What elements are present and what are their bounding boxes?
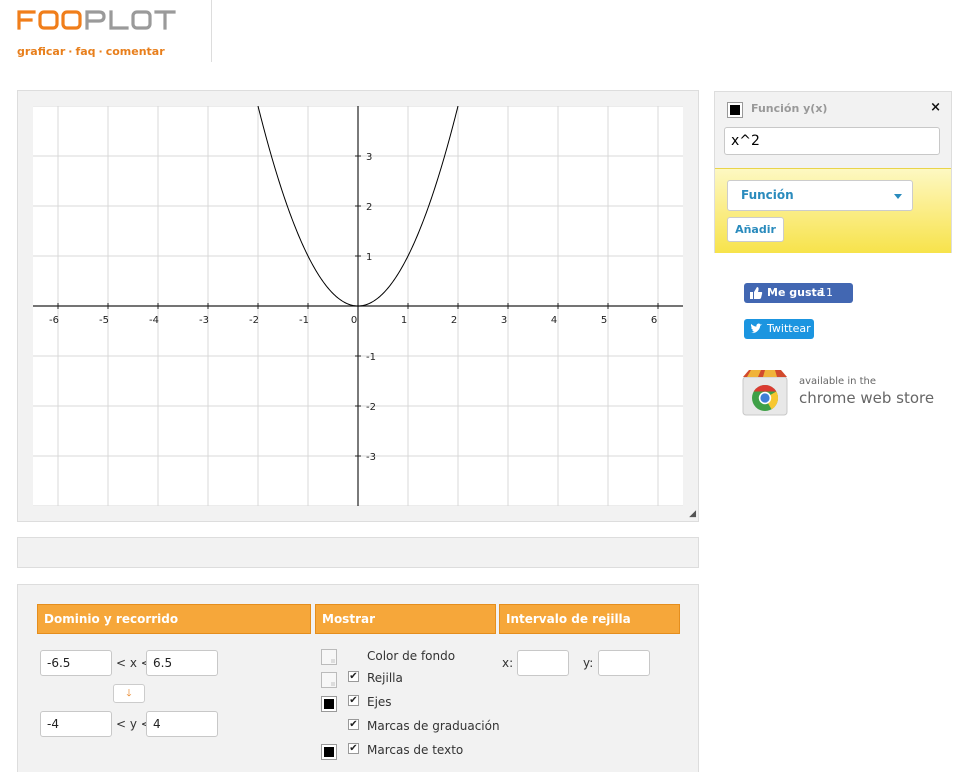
function-panel: Función y(x) × Función Añadir — [714, 91, 952, 253]
facebook-like-label: Me gusta — [767, 286, 825, 299]
main-nav: graficar · faq · comentar — [17, 45, 165, 58]
resize-handle-icon[interactable]: ◢ — [689, 510, 696, 519]
twitter-tweet-button[interactable]: Twittear — [744, 319, 814, 339]
grid-checkbox[interactable]: ✔ — [348, 671, 359, 682]
x-tick-label: 5 — [601, 315, 607, 326]
function-expression-input[interactable] — [724, 127, 940, 155]
x-tick-label: -6 — [49, 315, 59, 326]
x-tick-label: -3 — [199, 315, 209, 326]
y-tick-label: 3 — [366, 152, 372, 163]
twitter-bird-icon — [750, 323, 763, 334]
x-tick-label: 1 — [401, 315, 407, 326]
xmin-input[interactable] — [40, 650, 112, 676]
x-tick-label: -5 — [99, 315, 109, 326]
x-tick-label: -1 — [299, 315, 309, 326]
swap-range-button[interactable]: 🡓 — [113, 684, 145, 703]
add-function-area: Función Añadir — [715, 168, 951, 253]
text-marks-checkbox[interactable]: ✔ — [348, 743, 359, 754]
ymin-input[interactable] — [40, 711, 112, 737]
facebook-like-button[interactable]: Me gusta 11 mil — [744, 283, 853, 319]
chrome-store-icon — [742, 370, 788, 416]
function-type-select[interactable]: Función — [727, 180, 913, 211]
graph-panel: -6 -5 -4 -3 -2 -1 0 1 2 3 4 5 6 3 2 1 -1 -2 -3 ◢ — [17, 90, 699, 522]
grid-y-label: y: — [583, 656, 594, 670]
function-label: Función y(x) — [751, 102, 828, 115]
nav-separator: · — [68, 45, 73, 58]
chrome-store-line2: chrome web store — [799, 389, 935, 407]
y-tick-label: -3 — [366, 452, 376, 463]
x-tick-label: -4 — [149, 315, 159, 326]
y-tick-label: -2 — [366, 402, 376, 413]
background-color-swatch[interactable] — [321, 649, 337, 665]
ymax-input[interactable] — [146, 711, 218, 737]
nav-graficar-link[interactable]: graficar — [17, 45, 65, 58]
grid-y-input[interactable] — [598, 650, 650, 676]
show-axes-label: Ejes — [367, 695, 392, 709]
y-tick-label: 2 — [366, 202, 372, 213]
chrome-store-line1: available in the — [799, 376, 877, 387]
nav-faq-link[interactable]: faq — [75, 45, 95, 58]
nav-separator: · — [98, 45, 103, 58]
facebook-like-count: 11 mil — [819, 286, 836, 319]
chrome-web-store-badge[interactable]: available in the chrome web store — [741, 367, 941, 422]
tick-marks-checkbox[interactable]: ✔ — [348, 719, 359, 730]
twitter-tweet-label: Twittear — [767, 322, 811, 335]
y-tick-label: 1 — [366, 252, 372, 263]
function-color-swatch[interactable] — [727, 102, 743, 118]
show-grid-label: Rejilla — [367, 671, 403, 685]
thumbs-up-icon — [750, 287, 763, 299]
add-function-button[interactable]: Añadir — [727, 217, 784, 242]
x-tick-label: 0 — [351, 315, 357, 326]
header-divider — [211, 0, 212, 62]
close-icon[interactable]: × — [930, 100, 941, 115]
show-background-label: Color de fondo — [367, 649, 456, 663]
y-tick-label: -1 — [366, 352, 376, 363]
grid-color-swatch[interactable] — [321, 672, 337, 688]
function-type-value: Función — [741, 188, 794, 202]
fooplot-logo[interactable] — [17, 10, 187, 30]
nav-comentar-link[interactable]: comentar — [106, 45, 165, 58]
section-show-header: Mostrar — [315, 604, 496, 634]
x-tick-label: 2 — [451, 315, 457, 326]
show-tick-marks-label: Marcas de graduación — [367, 719, 500, 733]
grid-x-label: x: — [502, 656, 514, 670]
x-tick-label: 6 — [651, 315, 657, 326]
status-bar — [17, 537, 699, 568]
section-grid-header: Intervalo de rejilla — [499, 604, 680, 634]
x-tick-label: 3 — [501, 315, 507, 326]
function-plot[interactable]: -6 -5 -4 -3 -2 -1 0 1 2 3 4 5 6 3 2 1 -1 -2 -3 — [33, 106, 683, 506]
text-marks-color-swatch[interactable] — [321, 744, 337, 760]
grid-x-input[interactable] — [517, 650, 569, 676]
xmax-input[interactable] — [146, 650, 218, 676]
arrow-down-icon: 🡓 — [126, 688, 132, 699]
settings-panel: Dominio y recorrido Mostrar Intervalo de… — [17, 584, 699, 772]
chevron-down-icon — [894, 194, 902, 199]
section-domain-header: Dominio y recorrido — [37, 604, 311, 634]
x-tick-label: -2 — [249, 315, 259, 326]
axes-checkbox[interactable]: ✔ — [348, 695, 359, 706]
x-tick-label: 4 — [551, 315, 557, 326]
show-text-marks-label: Marcas de texto — [367, 743, 464, 757]
axes-color-swatch[interactable] — [321, 696, 337, 712]
